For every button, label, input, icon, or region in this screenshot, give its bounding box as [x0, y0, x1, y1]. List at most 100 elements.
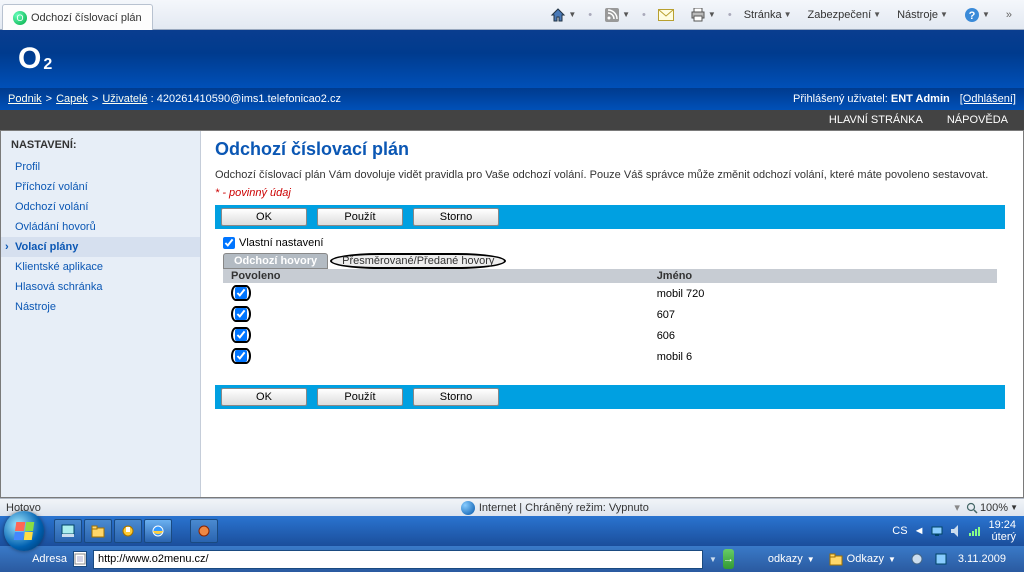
sidebar-item-dial-plans[interactable]: Volací plány [1, 237, 200, 257]
table-row: 607 [223, 304, 997, 325]
apply-button[interactable]: Použít [317, 208, 403, 226]
clock-date[interactable]: 3.11.2009 [958, 553, 1006, 565]
app-body: NASTAVENÍ: Profil Příchozí volání Odchoz… [0, 130, 1024, 498]
sidebar-item-tools[interactable]: Nástroje [1, 297, 200, 317]
allowed-checkbox[interactable] [235, 308, 247, 320]
print-button[interactable]: ▼ [686, 5, 720, 25]
wifi-icon[interactable] [968, 525, 982, 537]
sidebar-item-voicemail[interactable]: Hlasová schránka [1, 277, 200, 297]
chevron-down-icon: ▼ [1010, 503, 1018, 512]
folder-icon [829, 552, 843, 566]
sidebar: NASTAVENÍ: Profil Příchozí volání Odchoz… [1, 131, 201, 497]
sidebar-item-call-control[interactable]: Ovládání hovorů [1, 217, 200, 237]
crumb-sep: > [46, 93, 52, 105]
start-button[interactable] [4, 511, 44, 551]
globe-icon [461, 501, 475, 515]
chevron-down-icon: ▼ [784, 10, 792, 19]
page-menu-label: Stránka [744, 9, 782, 21]
tray-icon[interactable]: ◄ [914, 525, 925, 537]
taskbar-apps [184, 519, 224, 543]
crumb-podnik[interactable]: Podnik [8, 93, 42, 105]
ok-button[interactable]: OK [221, 208, 307, 226]
tray-icon[interactable] [934, 552, 948, 566]
ie-command-bar: ▼ • ▼ • ▼ • Stránka ▼ Zabezpečení ▼ Nást… [538, 0, 1024, 29]
row-name: 607 [649, 304, 997, 325]
col-allowed: Povoleno [223, 269, 649, 283]
crumb-users[interactable]: Uživatelé [102, 93, 147, 105]
cancel-button[interactable]: Storno [413, 208, 499, 226]
ql-outlook[interactable] [114, 519, 142, 543]
ok-button[interactable]: OK [221, 388, 307, 406]
tab-forwarded[interactable]: Přesměrované/Předané hovory [330, 253, 506, 269]
sidebar-item-outgoing[interactable]: Odchozí volání [1, 197, 200, 217]
ql-ie[interactable] [144, 519, 172, 543]
apply-button[interactable]: Použít [317, 388, 403, 406]
rss-icon [604, 7, 620, 23]
allowed-checkbox[interactable] [235, 329, 247, 341]
windows-logo-icon [14, 522, 35, 540]
clock[interactable]: 19:24 úterý [988, 519, 1016, 543]
ie-toolbar: O Odchozí číslovací plán ▼ • ▼ • ▼ • Str… [0, 0, 1024, 30]
own-settings-label[interactable]: Vlastní nastavení [223, 237, 997, 249]
links-menu[interactable]: Odkazy [847, 553, 884, 565]
annotation-oval [231, 306, 251, 322]
network-icon[interactable] [930, 524, 944, 538]
help-menu[interactable]: ? ▼ [960, 5, 994, 25]
allowed-checkbox[interactable] [235, 287, 247, 299]
page-menu[interactable]: Stránka ▼ [740, 7, 796, 23]
status-bar: Hotovo Internet | Chráněný režim: Vypnut… [0, 498, 1024, 516]
allowed-checkbox[interactable] [235, 350, 247, 362]
o2-logo: O2 [18, 42, 52, 76]
rss-button[interactable]: ▼ [600, 5, 634, 25]
home-button[interactable]: ▼ [546, 5, 580, 25]
breadcrumb: Podnik > Capek > Uživatelé : 42026141059… [0, 88, 1024, 110]
page-description: Odchozí číslovací plán Vám dovoluje vidě… [215, 168, 1005, 183]
tools-menu-label: Nástroje [897, 9, 938, 21]
address-input[interactable] [93, 550, 703, 569]
chevron-down-icon: ▼ [708, 10, 716, 19]
sidebar-item-incoming[interactable]: Příchozí volání [1, 177, 200, 197]
ql-show-desktop[interactable] [54, 519, 82, 543]
menu-help[interactable]: NÁPOVĚDA [947, 114, 1008, 126]
sidebar-item-profil[interactable]: Profil [1, 157, 200, 177]
taskbar-app[interactable] [190, 519, 218, 543]
button-bar-top: OK Použít Storno [215, 205, 1005, 229]
user-id-sep: : [148, 93, 157, 105]
expand-icon[interactable]: » [1002, 9, 1016, 21]
menu-home[interactable]: HLAVNÍ STRÁNKA [829, 114, 923, 126]
tools-menu[interactable]: Nástroje ▼ [893, 7, 952, 23]
row-name: mobil 6 [649, 346, 997, 367]
protected-mode-icon[interactable]: ▾ [954, 501, 960, 514]
security-menu[interactable]: Zabezpečení ▼ [804, 7, 886, 23]
cancel-button[interactable]: Storno [413, 388, 499, 406]
links-word[interactable]: odkazy [768, 553, 803, 565]
ql-explorer[interactable] [84, 519, 112, 543]
chevron-down-icon: ▼ [888, 555, 896, 564]
annotation-oval [231, 348, 251, 364]
mail-button[interactable] [654, 5, 678, 25]
lang-indicator[interactable]: CS [892, 525, 907, 537]
favicon-icon: O [13, 11, 27, 25]
chevron-down-icon[interactable]: ▼ [709, 555, 717, 564]
button-bar-bottom: OK Použít Storno [215, 385, 1005, 409]
zoom-control[interactable]: 100% ▼ [966, 502, 1018, 514]
required-note: * - povinný údaj [215, 187, 1005, 199]
sidebar-title: NASTAVENÍ: [1, 137, 200, 157]
browser-tab[interactable]: O Odchozí číslovací plán [2, 4, 153, 30]
page-title: Odchozí číslovací plán [215, 139, 1005, 160]
crumb-capek[interactable]: Capek [56, 93, 88, 105]
zoom-icon [966, 502, 978, 514]
logout-link[interactable]: [Odhlášení] [960, 93, 1016, 105]
volume-icon[interactable] [950, 524, 962, 538]
own-settings-checkbox[interactable] [223, 237, 235, 249]
chevron-down-icon: ▼ [568, 10, 576, 19]
clock-time: 19:24 [988, 519, 1016, 531]
mail-icon [658, 7, 674, 23]
system-tray: CS ◄ 19:24 úterý [884, 519, 1024, 543]
sidebar-item-client-apps[interactable]: Klientské aplikace [1, 257, 200, 277]
settings-block: Vlastní nastavení Odchozí hovory Přesměr… [215, 237, 1005, 367]
tray-icon[interactable] [910, 552, 924, 566]
chevron-down-icon: ▼ [807, 555, 815, 564]
go-button[interactable]: → [723, 549, 734, 569]
tab-outgoing[interactable]: Odchozí hovory [223, 253, 328, 269]
